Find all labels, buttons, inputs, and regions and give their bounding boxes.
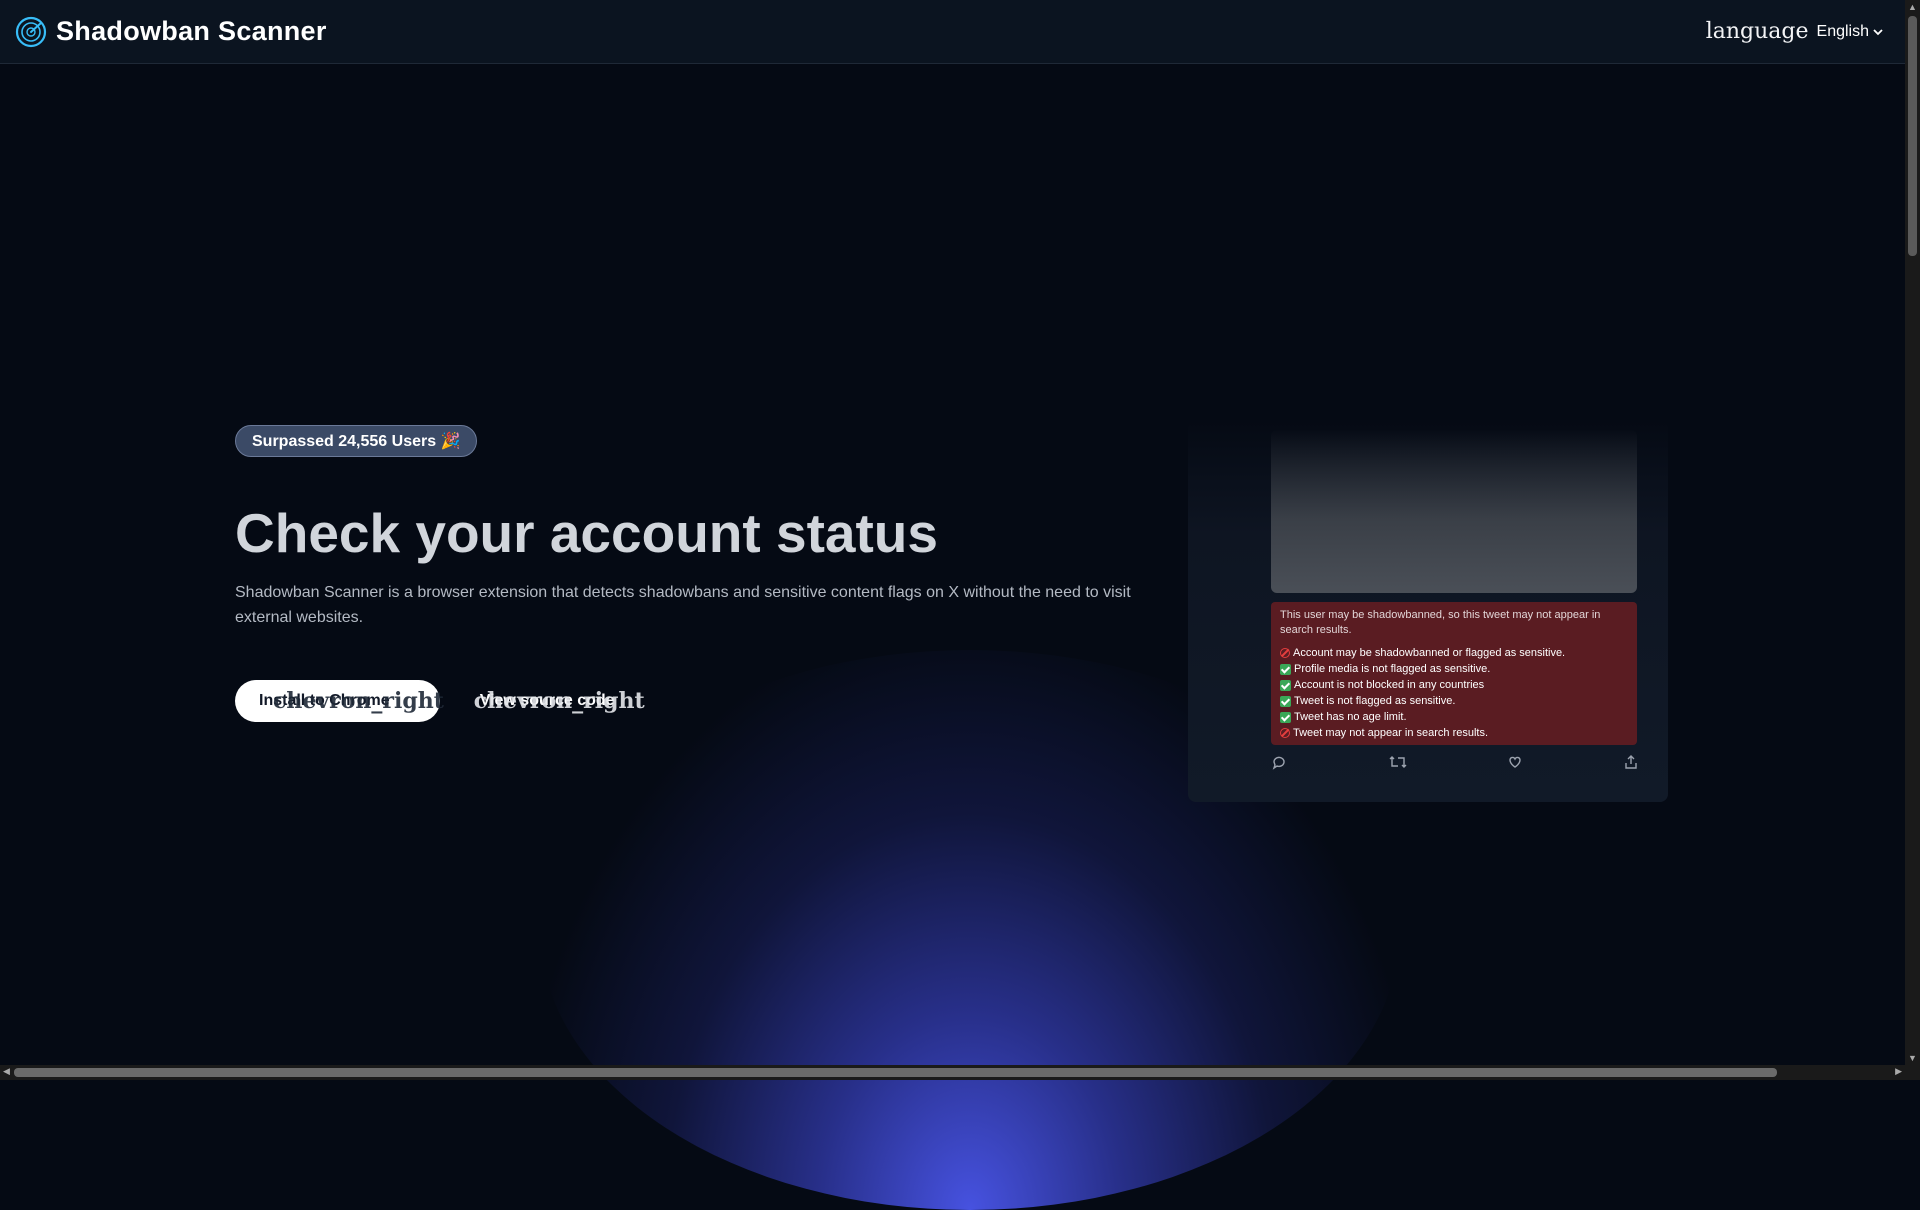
like-icon[interactable] <box>1507 754 1523 775</box>
blocked-icon <box>1280 728 1290 738</box>
tweet-preview: This user may be shadowbanned, so this t… <box>1188 420 1668 802</box>
check-item: Tweet may not appear in search results. <box>1280 725 1565 741</box>
language-switcher[interactable]: language English <box>1706 19 1883 44</box>
page-title: Check your account status <box>235 502 938 564</box>
check-icon <box>1280 663 1291 675</box>
language-icon: language <box>1705 19 1809 44</box>
brand-name: Shadowban Scanner <box>56 16 327 46</box>
reply-icon[interactable] <box>1271 754 1287 775</box>
horizontal-scrollbar[interactable]: ◀ ▶ <box>0 1065 1905 1080</box>
check-item: Profile media is not flagged as sensitiv… <box>1280 661 1565 677</box>
user-count-badge: Surpassed 24,556 Users 🎉 <box>235 425 478 457</box>
install-chrome-button[interactable]: Install to Chrome chevron_right <box>235 679 444 722</box>
hero-section: Surpassed 24,556 Users 🎉 Check your acco… <box>235 425 1135 722</box>
language-selected: English <box>1816 22 1869 40</box>
hero-description: Shadowban Scanner is a browser extension… <box>235 583 1131 626</box>
check-item: Tweet has no age limit. <box>1280 709 1565 725</box>
hero-actions: Install to Chrome chevron_right View sou… <box>235 679 1135 722</box>
shadowban-warning-panel: This user may be shadowbanned, so this t… <box>1271 602 1637 745</box>
check-item: Tweet is not flagged as sensitive. <box>1280 693 1565 709</box>
check-icon <box>1280 711 1291 723</box>
check-icon <box>1280 695 1291 707</box>
scroll-up-arrow-icon[interactable]: ▲ <box>1908 2 1917 12</box>
top-nav: Shadowban Scanner language English <box>0 0 1905 64</box>
tweet-media-placeholder <box>1271 430 1637 593</box>
check-item: Account may be shadowbanned or flagged a… <box>1280 645 1565 661</box>
check-item: Account is not blocked in any countries <box>1280 677 1565 693</box>
check-list: Account may be shadowbanned or flagged a… <box>1280 645 1565 741</box>
horizontal-scroll-thumb[interactable] <box>14 1068 1777 1077</box>
chevron-right-icon: chevron_right <box>473 687 645 714</box>
scroll-right-arrow-icon[interactable]: ▶ <box>1895 1066 1902 1077</box>
scroll-left-arrow-icon[interactable]: ◀ <box>3 1066 10 1077</box>
tweet-actions <box>1271 754 1637 774</box>
retweet-icon[interactable] <box>1388 754 1408 775</box>
vertical-scroll-thumb[interactable] <box>1908 16 1917 256</box>
warning-intro: This user may be shadowbanned, so this t… <box>1280 609 1601 636</box>
chevron-down-icon <box>1873 28 1883 35</box>
radar-logo-icon <box>15 16 47 47</box>
brand[interactable]: Shadowban Scanner <box>15 16 327 48</box>
check-icon <box>1280 679 1291 691</box>
language-select[interactable]: English <box>1817 23 1883 41</box>
chevron-right-icon: chevron_right <box>273 687 444 714</box>
scroll-down-arrow-icon[interactable]: ▼ <box>1908 1053 1917 1063</box>
view-source-button[interactable]: View source code chevron_right <box>456 680 655 722</box>
vertical-scrollbar[interactable]: ▲ ▼ <box>1905 0 1920 1080</box>
blocked-icon <box>1280 648 1290 658</box>
share-icon[interactable] <box>1623 754 1639 775</box>
